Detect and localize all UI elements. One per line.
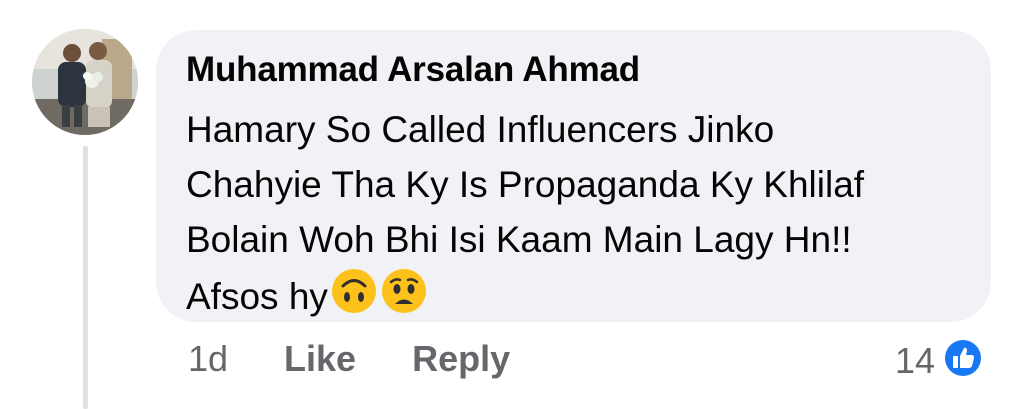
comment-line: Hamary So Called Influencers Jinko [186, 109, 775, 150]
thread-line [83, 146, 88, 409]
upside-down-face-icon [330, 267, 378, 330]
worried-face-icon [380, 267, 428, 330]
comment-bubble: Muhammad Arsalan Ahmad Hamary So Called … [156, 30, 991, 322]
comment-actions: 1d Like Reply [188, 338, 566, 380]
comment-last-line: Afsos hy [186, 267, 976, 330]
comment-line: Bolain Woh Bhi Isi Kaam Main Lagy Hn!! [186, 219, 852, 260]
comment-text: Hamary So Called Influencers Jinko Chahy… [186, 102, 976, 330]
like-button[interactable]: Like [284, 338, 356, 380]
comment-author[interactable]: Muhammad Arsalan Ahmad [186, 50, 640, 90]
reply-button[interactable]: Reply [412, 338, 510, 380]
avatar[interactable] [32, 29, 138, 135]
reaction-count: 14 [895, 339, 936, 381]
comment-line: Afsos hy [186, 276, 328, 317]
comment-timestamp[interactable]: 1d [188, 338, 228, 380]
like-reaction-icon [941, 336, 985, 385]
comment-line: Chahyie Tha Ky Is Propaganda Ky Khlilaf [186, 164, 865, 205]
reactions-summary[interactable]: 14 [895, 336, 985, 385]
